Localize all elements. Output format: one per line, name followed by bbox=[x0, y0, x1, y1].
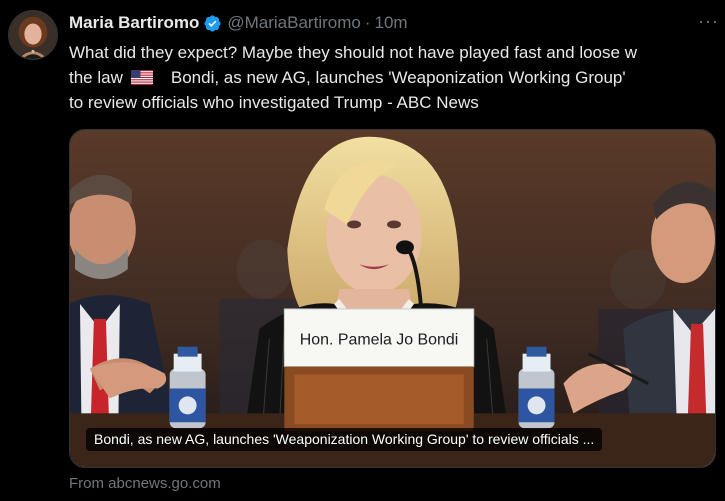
author-display-name[interactable]: Maria Bartiromo bbox=[69, 13, 199, 33]
link-source[interactable]: From abcnews.go.com bbox=[69, 475, 221, 492]
nameplate-text: Hon. Pamela Jo Bondi bbox=[300, 332, 459, 349]
tweet[interactable]: Maria Bartiromo @MariaBartiromo · 10m ··… bbox=[0, 0, 725, 501]
tweet-text-line-3: to review officials who investigated Tru… bbox=[69, 93, 479, 112]
photo-pam-bondi-at-hearing[interactable]: Hon. Pamela Jo Bondi bbox=[70, 130, 715, 467]
author-handle[interactable]: @MariaBartiromo bbox=[227, 13, 360, 33]
more-options-icon[interactable]: ··· bbox=[698, 12, 719, 30]
tweet-header: Maria Bartiromo @MariaBartiromo · 10m bbox=[69, 12, 715, 34]
verified-badge-icon[interactable] bbox=[203, 14, 222, 33]
us-flag-emoji-icon bbox=[130, 70, 153, 85]
tweet-text-line-2: the law Bondi, as new AG, launches 'Weap… bbox=[69, 65, 717, 90]
tweet-timestamp[interactable]: 10m bbox=[375, 13, 408, 33]
tweet-text-line-2-end: Bondi, as new AG, launches 'Weaponizatio… bbox=[170, 68, 626, 87]
header-separator: · bbox=[364, 13, 371, 32]
tweet-text: What did they expect? Maybe they should … bbox=[69, 40, 717, 115]
tweet-text-line-2-start: the law bbox=[69, 68, 123, 87]
card-caption[interactable]: Bondi, as new AG, launches 'Weaponizatio… bbox=[86, 428, 603, 451]
link-card[interactable]: Hon. Pamela Jo Bondi Bondi, as new AG, l… bbox=[69, 129, 716, 468]
tweet-text-line-1: What did they expect? Maybe they should … bbox=[69, 43, 637, 62]
profile-photo-avatar[interactable] bbox=[8, 10, 58, 60]
